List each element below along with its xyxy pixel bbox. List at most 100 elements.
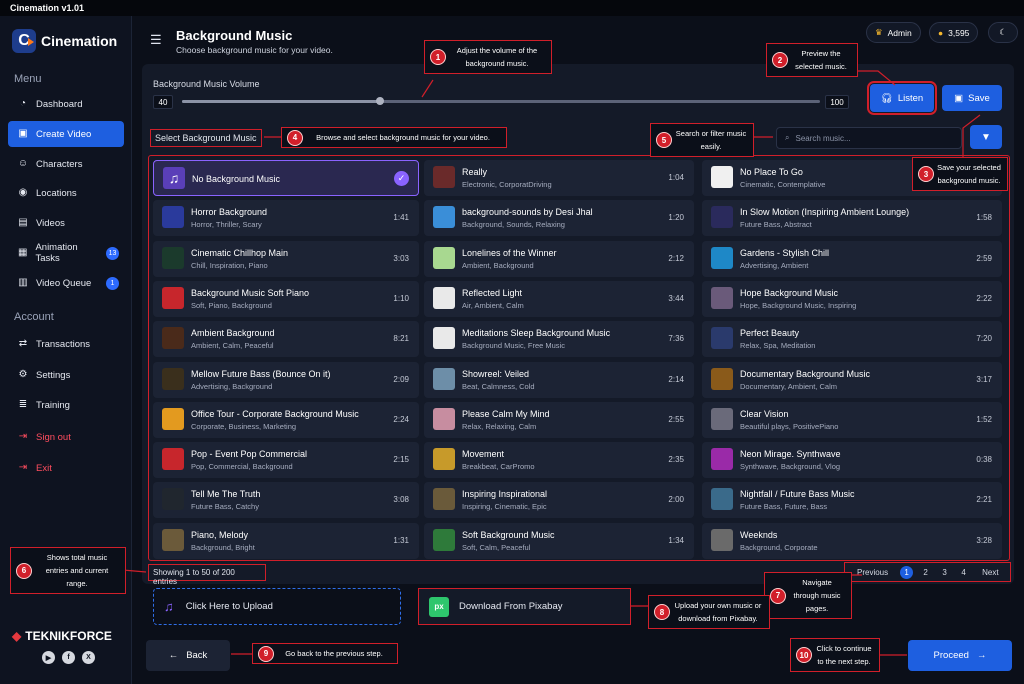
sidebar-item-characters[interactable]: ☺ Characters — [8, 151, 124, 177]
track-card[interactable]: Tell Me The Truth Future Bass, Catchy 3:08 — [153, 482, 419, 519]
upload-button[interactable]: ♫ Click Here to Upload — [153, 588, 401, 625]
previous-page-button[interactable]: Previous — [857, 568, 888, 577]
track-card-selected[interactable]: ♫ No Background Music ✓ — [153, 160, 419, 196]
sidebar-item-settings[interactable]: ⚙ Settings — [8, 362, 124, 388]
pixabay-button[interactable]: px Download From Pixabay — [418, 588, 631, 625]
user-pill[interactable]: ♛ Admin — [866, 22, 921, 43]
listen-button[interactable]: 🎧︎ Listen — [867, 81, 937, 115]
track-duration: 1:34 — [668, 535, 684, 545]
track-duration: 2:24 — [393, 414, 409, 424]
gear-icon: ⚙ — [18, 369, 28, 380]
search-placeholder: Search music... — [795, 133, 851, 143]
track-card[interactable]: Neon Mirage. Synthwave Synthwave, Backgro… — [702, 442, 1002, 479]
sidebar-item-transactions[interactable]: ⇄ Transactions — [8, 331, 124, 357]
app-logo[interactable]: C Cinemation — [12, 29, 117, 53]
track-card[interactable]: Really Electronic, CorporatDriving 1:04 — [424, 160, 694, 196]
track-name: background-sounds by Desi Jhal — [462, 207, 593, 218]
track-card[interactable]: Background Music Soft Piano Soft, Piano, … — [153, 280, 419, 317]
track-duration: 3:08 — [393, 495, 409, 505]
track-tags: Documentary, Ambient, Calm — [740, 381, 837, 391]
sidebar-item-locations[interactable]: ◉ Locations — [8, 180, 124, 206]
theme-toggle[interactable]: ☾ — [988, 22, 1018, 43]
track-card[interactable]: Lonelines of the Winner Ambient, Backgrou… — [424, 240, 694, 277]
track-card[interactable]: Ambient Background Ambient, Calm, Peacefu… — [153, 321, 419, 358]
save-button[interactable]: ▣ Save — [942, 85, 1002, 111]
track-card[interactable]: Clear Vision Beautiful plays, PositivePia… — [702, 401, 1002, 438]
facebook-icon[interactable]: f — [62, 651, 75, 664]
sidebar-item-dashboard[interactable]: ◔ Dashboard — [8, 91, 124, 117]
track-name: Gardens - Stylish Chill — [740, 247, 830, 258]
sidebar-item-exit[interactable]: ⇥ Exit — [8, 455, 124, 481]
track-card[interactable]: Weeknds Background, Corporate 3:28 — [702, 522, 1002, 559]
track-thumbnail — [162, 246, 184, 269]
sidebar-item-label: Sign out — [36, 431, 71, 443]
moon-icon: ☾ — [999, 27, 1007, 37]
sidebar-item-videos[interactable]: ▤ Videos — [8, 210, 124, 236]
page-button-3[interactable]: 3 — [938, 566, 951, 579]
track-card[interactable]: Reflected Light Air, Ambient, Calm 3:44 — [424, 280, 694, 317]
pagination: Previous 1 2 3 4 Next — [844, 562, 1011, 582]
track-card[interactable]: In Slow Motion (Inspiring Ambient Lounge… — [702, 200, 1002, 237]
proceed-button[interactable]: Proceed → — [908, 640, 1012, 671]
track-card[interactable]: Office Tour - Corporate Background Music… — [153, 401, 419, 438]
search-input[interactable]: ⌕ Search music... — [776, 127, 962, 149]
track-tags: Ambient, Background — [462, 260, 534, 270]
back-button[interactable]: ← Back — [146, 640, 230, 671]
track-tags: Background, Sounds, Relaxing — [462, 220, 565, 230]
filter-button[interactable]: ▼ — [970, 125, 1002, 149]
location-pin-icon: ◉ — [18, 187, 28, 198]
volume-slider[interactable] — [182, 97, 820, 105]
track-tags: Beat, Calmness, Cold — [462, 381, 535, 391]
track-card[interactable]: Hope Background Music Hope, Background Mu… — [702, 280, 1002, 317]
sidebar-item-training[interactable]: ≣ Training — [8, 392, 124, 418]
track-card[interactable]: Inspiring Inspirational Inspiring, Cinema… — [424, 482, 694, 519]
track-card[interactable]: Meditations Sleep Background Music Backgr… — [424, 321, 694, 358]
select-music-label: Select Background Music — [150, 129, 262, 147]
sidebar-item-create-video[interactable]: ▣ Create Video — [8, 121, 124, 147]
track-duration: 2:21 — [976, 495, 992, 505]
track-card[interactable]: Mellow Future Bass (Bounce On it) Adverti… — [153, 361, 419, 398]
track-card[interactable]: Please Calm My Mind Relax, Relaxing, Calm… — [424, 401, 694, 438]
track-card[interactable]: Gardens - Stylish Chill Advertising, Ambi… — [702, 240, 1002, 277]
proceed-label: Proceed — [933, 650, 969, 661]
next-page-button[interactable]: Next — [982, 568, 998, 577]
track-card[interactable]: Piano, Melody Background, Bright 1:31 — [153, 522, 419, 559]
sidebar-item-animation-tasks[interactable]: ▦ Animation Tasks 13 — [8, 240, 124, 266]
track-card[interactable]: Soft Background Music Soft, Calm, Peacefu… — [424, 522, 694, 559]
track-duration: 1:20 — [668, 213, 684, 223]
sidebar-item-video-queue[interactable]: ▥ Video Queue 1 — [8, 270, 124, 296]
track-card[interactable]: Showreel: Veiled Beat, Calmness, Cold 2:14 — [424, 361, 694, 398]
track-name: Movement — [462, 449, 505, 460]
track-card[interactable]: background-sounds by Desi Jhal Background… — [424, 200, 694, 237]
x-twitter-icon[interactable]: X — [82, 651, 95, 664]
track-duration: 2:00 — [668, 495, 684, 505]
youtube-icon[interactable]: ▶ — [42, 651, 55, 664]
callout-9: 9 Go back to the previous step. — [252, 643, 398, 664]
arrow-right-icon: → — [976, 650, 987, 661]
track-card[interactable]: Horror Background Horror, Thriller, Scary… — [153, 200, 419, 237]
sidebar-item-sign-out[interactable]: ⇥ Sign out — [8, 424, 124, 450]
page-button-4[interactable]: 4 — [957, 566, 970, 579]
sidebar-item-label: Training — [36, 399, 70, 411]
track-name: Reflected Light — [462, 287, 523, 298]
callout-1: 1 Adjust the volume of the background mu… — [424, 40, 552, 74]
dashboard-icon: ◔ — [19, 98, 27, 109]
track-duration: 2:55 — [668, 414, 684, 424]
callout-number: 10 — [796, 647, 812, 663]
track-card[interactable]: Cinematic Chillhop Main Chill, Inspiratio… — [153, 240, 419, 277]
track-tags: Air, Ambient, Calm — [462, 300, 524, 310]
callout-text: Save your selected background music. — [937, 163, 1001, 185]
track-card[interactable]: Documentary Background Music Documentary,… — [702, 361, 1002, 398]
track-card[interactable]: Perfect Beauty Relax, Spa, Meditation 7:20 — [702, 321, 1002, 358]
page-button-1[interactable]: 1 — [900, 565, 914, 579]
page-button-2[interactable]: 2 — [919, 566, 932, 579]
brand-name: Cinemation — [41, 33, 118, 49]
track-card[interactable]: Nightfall / Future Bass Music Future Bass… — [702, 482, 1002, 519]
track-name: Office Tour - Corporate Background Music — [191, 408, 359, 419]
volume-label: Background Music Volume — [153, 79, 260, 89]
track-card[interactable]: Movement Breakbeat, CarPromo 2:35 — [424, 442, 694, 479]
credits-pill[interactable]: ● 3,595 — [929, 22, 979, 43]
track-card[interactable]: Pop - Event Pop Commercial Pop, Commercia… — [153, 442, 419, 479]
volume-slider-handle[interactable] — [375, 97, 384, 105]
save-icon: ▣ — [954, 92, 964, 104]
